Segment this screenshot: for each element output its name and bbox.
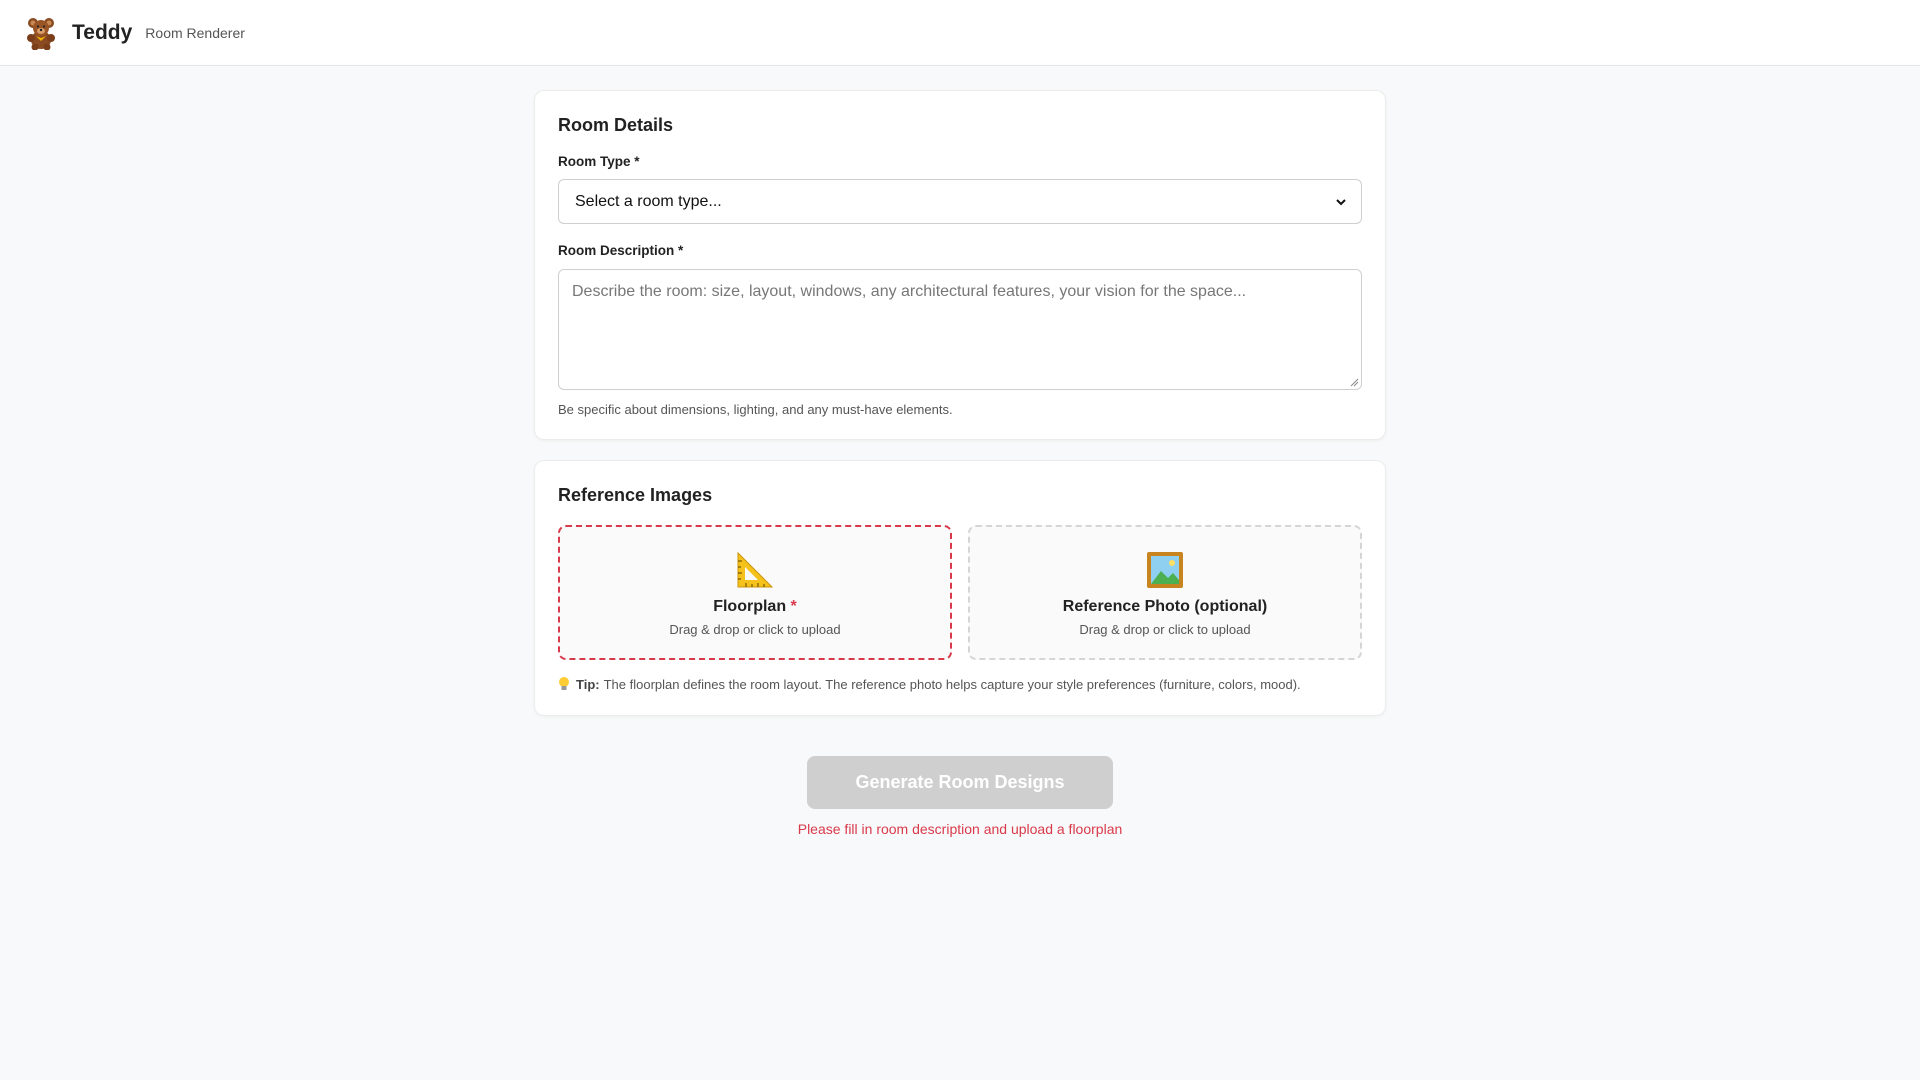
room-details-title: Room Details [558,115,674,135]
resize-grip-icon[interactable] [1350,378,1359,387]
room-details-card: Room Details Room Type * Select a room t… [534,90,1386,440]
room-description-placeholder: Describe the room: size, layout, windows… [572,283,1247,300]
room-description-textarea[interactable]: Describe the room: size, layout, windows… [558,269,1362,390]
room-description-label: Room Description * [558,243,684,258]
light-bulb-icon [559,677,569,690]
tip-label: Tip: [576,676,600,692]
floorplan-title-text: Floorplan [713,598,787,615]
tip-body: The floorplan defines the room layout. T… [603,676,1301,692]
triangular-ruler-icon [737,551,774,588]
generate-room-designs-button[interactable]: Generate Room Designs [807,756,1113,809]
chevron-down-icon [1336,198,1346,205]
app-header: Teddy Room Renderer [0,0,1920,66]
reference-photo-dropzone[interactable]: Reference Photo (optional) Drag & drop o… [968,525,1362,660]
reference-photo-subtitle: Drag & drop or click to upload [1079,622,1251,637]
required-mark: * [790,598,797,615]
reference-images-card: Reference Images Floorplan * Drag & drop… [534,460,1386,716]
reference-photo-title: Reference Photo (optional) [1062,598,1268,615]
room-type-selected-value: Select a room type... [575,192,722,210]
framed-picture-icon [1147,552,1183,588]
room-description-hint: Be specific about dimensions, lighting, … [558,402,953,417]
app-name: Teddy [72,20,133,44]
room-type-label: Room Type * [558,154,640,169]
teddy-bear-icon [27,17,55,50]
floorplan-dropzone[interactable]: Floorplan * Drag & drop or click to uplo… [558,525,952,660]
room-type-select[interactable]: Select a room type... [558,179,1362,224]
tip-text: Tip: The floorplan defines the room layo… [558,676,1301,692]
validation-error: Please fill in room description and uplo… [797,821,1123,837]
app-subtitle: Room Renderer [145,24,245,41]
floorplan-subtitle: Drag & drop or click to upload [669,622,841,637]
floorplan-title: Floorplan * [713,598,797,616]
reference-images-title: Reference Images [558,485,713,505]
